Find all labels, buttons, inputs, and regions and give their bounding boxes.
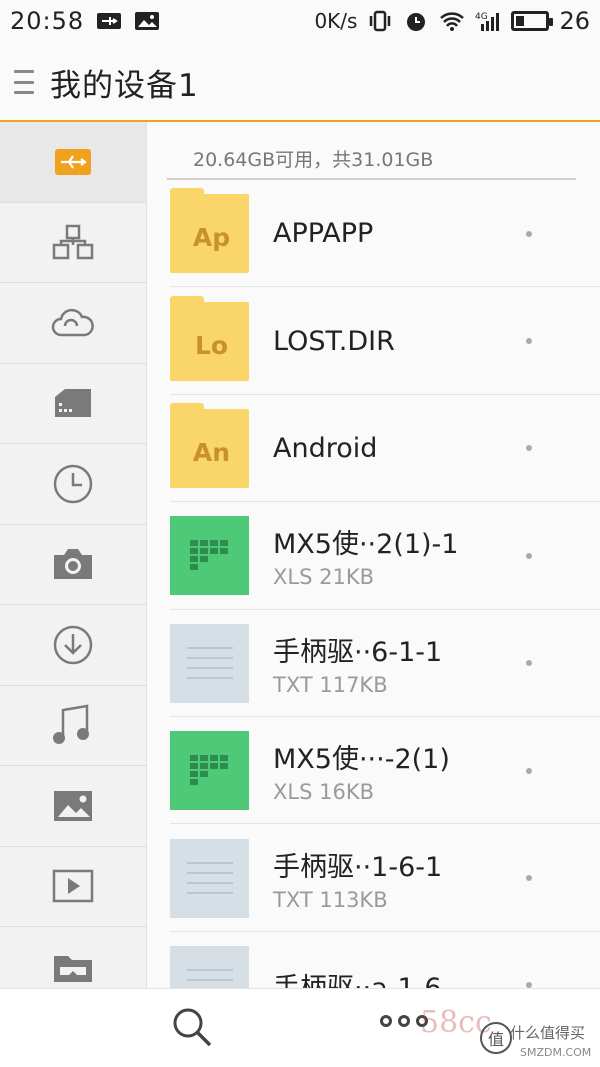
sidebar-item-sd-card[interactable] (0, 364, 146, 444)
file-meta: TXT 113KB (273, 887, 388, 912)
sidebar-item-usb-storage[interactable] (0, 122, 146, 203)
file-name: 手柄驱··a-1-6 (273, 966, 600, 988)
file-name: 手柄驱··6-1-1 (273, 636, 443, 668)
sidebar-item-music[interactable] (0, 686, 146, 766)
sidebar-item-network-share[interactable] (0, 203, 146, 283)
folder-badge: Ap (192, 223, 231, 253)
battery-icon (511, 11, 554, 31)
text-document-icon (170, 838, 249, 918)
select-dot[interactable] (526, 230, 532, 237)
network-type: 4G (475, 12, 488, 22)
usb-storage-icon (53, 147, 93, 177)
sidebar (0, 122, 147, 988)
folder-badge: Lo (194, 330, 229, 360)
music-icon (53, 704, 93, 746)
file-info: APPAPP (273, 218, 600, 249)
text-document-icon (170, 623, 249, 703)
file-list-panel: 20.64GB可用，共31.01GB Ap APPAPP Lo LOST.DIR An A… (147, 122, 600, 988)
camera-icon (52, 547, 94, 581)
sidebar-item-download[interactable] (0, 605, 146, 686)
file-row[interactable]: Ap APPAPP (147, 180, 600, 288)
title-bar: 我的设备1 (0, 42, 600, 122)
file-info: LOST.DIR (273, 326, 600, 357)
file-list: Ap APPAPP Lo LOST.DIR An Android MX5使··2(1)-1 X… (147, 180, 600, 988)
battery-percent: 26 (559, 7, 590, 35)
status-bar: 20:58 0K/s 4G 26 (0, 0, 600, 42)
sd-card-icon (53, 387, 93, 419)
video-icon (52, 869, 94, 903)
file-name: LOST.DIR (273, 325, 395, 357)
folder-icon: Lo (170, 295, 249, 381)
image-icon (134, 10, 160, 32)
cloud-icon (51, 308, 95, 338)
select-dot[interactable] (526, 875, 532, 882)
spreadsheet-icon (170, 516, 249, 596)
signal-icon: 4G (475, 10, 501, 32)
file-meta: XLS 21KB (273, 565, 374, 590)
page-title: 我的设备1 (50, 67, 199, 104)
file-row[interactable]: MX5使···-2(1) XLS 16KB (147, 717, 600, 825)
file-row[interactable]: 手柄驱··a-1-6 (147, 932, 600, 988)
file-row[interactable]: 手柄驱··6-1-1 TXT 117KB (147, 610, 600, 717)
file-info: Android (273, 433, 600, 464)
file-info: MX5使··2(1)-1 XLS 21KB (273, 522, 600, 589)
watermark-badge: 值 (480, 1022, 512, 1054)
file-name: 手柄驱··1-6-1 (273, 851, 443, 883)
status-time: 20:58 (10, 7, 85, 35)
watermark-brand: 什么值得买 (510, 1024, 586, 1042)
usb-icon (96, 10, 122, 32)
text-document-icon (170, 945, 249, 988)
recent-clock-icon (52, 463, 94, 505)
picture-icon (52, 789, 94, 823)
file-row[interactable]: 手柄驱··1-6-1 TXT 113KB (147, 824, 600, 932)
battery-level-fill (516, 16, 524, 26)
file-row[interactable]: Lo LOST.DIR (147, 287, 600, 395)
sidebar-item-video[interactable] (0, 847, 146, 927)
file-row[interactable]: MX5使··2(1)-1 XLS 21KB (147, 502, 600, 610)
folder-icon: An (170, 402, 249, 488)
select-dot[interactable] (526, 767, 532, 774)
wifi-icon (439, 10, 465, 32)
file-name: APPAPP (273, 218, 374, 250)
file-name: MX5使···-2(1) (273, 744, 450, 776)
sidebar-item-cloud[interactable] (0, 283, 146, 364)
search-icon[interactable] (170, 1005, 214, 1049)
vibrate-icon (367, 10, 393, 32)
file-row[interactable]: An Android (147, 395, 600, 503)
file-info: 手柄驱··1-6-1 TXT 113KB (273, 845, 600, 912)
network-share-icon (52, 224, 94, 260)
sidebar-item-vr[interactable] (0, 927, 146, 988)
select-dot[interactable] (526, 552, 532, 559)
file-meta: XLS 16KB (273, 780, 374, 805)
file-name: Android (273, 432, 378, 464)
watermark-brand-sub: SMZDM.COM (520, 1046, 592, 1059)
file-info: 手柄驱··6-1-1 TXT 117KB (273, 630, 600, 697)
file-name: MX5使··2(1)-1 (273, 529, 459, 561)
hamburger-menu-icon[interactable] (14, 70, 34, 94)
sidebar-item-pictures[interactable] (0, 766, 146, 847)
download-icon (52, 624, 94, 666)
file-info: MX5使···-2(1) XLS 16KB (273, 737, 600, 804)
alarm-icon (403, 10, 429, 32)
storage-summary: 20.64GB可用，共31.01GB (167, 122, 576, 180)
sidebar-item-camera[interactable] (0, 525, 146, 605)
file-meta: TXT 117KB (273, 672, 388, 697)
net-speed: 0K/s (314, 9, 358, 33)
folder-icon: Ap (170, 188, 249, 274)
sidebar-item-recent[interactable] (0, 444, 146, 525)
folder-badge: An (192, 437, 231, 467)
vr-folder-icon (52, 950, 94, 984)
spreadsheet-icon (170, 731, 249, 811)
file-info: 手柄驱··a-1-6 (273, 966, 600, 988)
